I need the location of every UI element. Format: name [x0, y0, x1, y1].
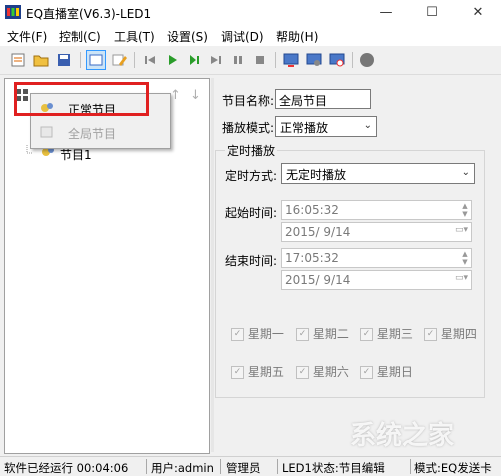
- toolbar-divider: [275, 52, 276, 68]
- end-time-value: 17:05:32: [285, 251, 339, 265]
- status-role: 管理员: [226, 461, 261, 475]
- status-divider: [146, 459, 147, 474]
- checkbox-icon: ✓: [296, 366, 309, 379]
- weekday-checkbox-tue[interactable]: ✓ 星期二: [296, 325, 349, 342]
- skip-previous-icon[interactable]: [140, 50, 160, 70]
- play-mode-value: 正常播放: [280, 121, 329, 135]
- status-runtime: 软件已经运行 00:04:06: [4, 461, 129, 475]
- send-to-screen-icon[interactable]: [281, 50, 301, 70]
- end-time-label: 结束时间:: [225, 254, 278, 268]
- screen-settings-icon[interactable]: [304, 50, 324, 70]
- checkbox-icon: ✓: [231, 366, 244, 379]
- status-mode: 模式:EQ发送卡: [414, 461, 492, 475]
- save-icon[interactable]: [54, 50, 74, 70]
- toolbar-divider: [80, 52, 81, 68]
- weekday-checkbox-sun[interactable]: ✓ 星期日: [360, 363, 413, 380]
- weekday-checkbox-sat[interactable]: ✓ 星期六: [296, 363, 349, 380]
- status-divider: [277, 459, 278, 474]
- menu-tools[interactable]: 工具(T): [114, 28, 155, 45]
- status-bar: 软件已经运行 00:04:06 用户:admin 管理员 LED1状态:节目编辑…: [0, 456, 501, 476]
- time-spinner-icon[interactable]: ▲ ▼: [460, 202, 470, 218]
- start-time-label: 起始时间:: [225, 206, 278, 220]
- stop-icon[interactable]: [250, 50, 270, 70]
- edit-pencil-icon[interactable]: [109, 50, 129, 70]
- menu-file[interactable]: 文件(F): [7, 28, 47, 45]
- checkbox-icon: ✓: [231, 328, 244, 341]
- calendar-dropdown-icon[interactable]: ▭▾: [455, 273, 468, 283]
- program-name-label: 节目名称:: [222, 94, 275, 108]
- menu-debug[interactable]: 调试(D): [221, 28, 264, 45]
- calendar-dropdown-icon[interactable]: ▭▾: [455, 225, 468, 235]
- chevron-down-icon: ⌄: [363, 120, 372, 131]
- menu-item-global-program[interactable]: 全局节目: [33, 121, 168, 143]
- window-view-icon[interactable]: [86, 50, 106, 70]
- panel-splitter[interactable]: [211, 78, 214, 452]
- timing-method-select[interactable]: 无定时播放 ⌄: [281, 163, 475, 184]
- toolbar-divider: [134, 52, 135, 68]
- minimize-button[interactable]: —: [363, 0, 409, 26]
- menu-control[interactable]: 控制(C): [59, 28, 101, 45]
- global-program-icon: [39, 124, 55, 143]
- play-icon[interactable]: [162, 50, 182, 70]
- chevron-down-icon: ⌄: [461, 167, 470, 178]
- status-user: 用户:admin: [151, 461, 214, 475]
- weekday-checkbox-thu[interactable]: ✓ 星期四: [424, 325, 477, 342]
- time-spinner-icon[interactable]: ▲ ▼: [460, 250, 470, 266]
- timing-method-label: 定时方式:: [225, 169, 278, 183]
- checkbox-icon: ✓: [360, 328, 373, 341]
- move-down-icon[interactable]: ↓: [190, 88, 201, 103]
- end-date-value: 2015/ 9/14: [285, 273, 351, 287]
- menu-help[interactable]: 帮助(H): [276, 28, 318, 45]
- record-circle-icon[interactable]: [357, 50, 377, 70]
- start-date-field[interactable]: 2015/ 9/14 ▭▾: [281, 222, 472, 242]
- checkbox-icon: ✓: [296, 328, 309, 341]
- play-mode-select[interactable]: 正常播放 ⌄: [275, 116, 377, 137]
- toolbar: [0, 46, 501, 75]
- timing-method-value: 无定时播放: [286, 168, 347, 182]
- move-up-icon[interactable]: ↑: [170, 88, 181, 103]
- app-logo-icon: [5, 5, 21, 19]
- start-time-field[interactable]: 16:05:32 ▲ ▼: [281, 200, 472, 220]
- end-date-field[interactable]: 2015/ 9/14 ▭▾: [281, 270, 472, 290]
- maximize-button[interactable]: ☐: [409, 0, 455, 26]
- program-name-field[interactable]: 全局节目: [275, 89, 371, 109]
- end-time-field[interactable]: 17:05:32 ▲ ▼: [281, 248, 472, 268]
- toolbar-divider: [352, 52, 353, 68]
- status-divider: [220, 459, 221, 474]
- weekday-checkbox-mon[interactable]: ✓ 星期一: [231, 325, 284, 342]
- timed-play-group-title: 定时播放: [225, 142, 278, 159]
- menu-bar: 文件(F) 控制(C) 工具(T) 设置(S) 调试(D) 帮助(H): [0, 26, 501, 46]
- play-step-icon[interactable]: [184, 50, 204, 70]
- new-icon[interactable]: [8, 50, 28, 70]
- open-folder-icon[interactable]: [31, 50, 51, 70]
- start-time-value: 16:05:32: [285, 203, 339, 217]
- annotation-highlight-box: [14, 82, 149, 116]
- play-mode-label: 播放模式:: [222, 121, 275, 135]
- start-date-value: 2015/ 9/14: [285, 225, 351, 239]
- close-button[interactable]: ✕: [455, 0, 501, 26]
- screen-disconnect-icon[interactable]: [327, 50, 347, 70]
- checkbox-icon: ✓: [424, 328, 437, 341]
- weekday-checkbox-fri[interactable]: ✓ 星期五: [231, 363, 284, 380]
- skip-next-icon[interactable]: [206, 50, 226, 70]
- menu-settings[interactable]: 设置(S): [167, 28, 208, 45]
- checkbox-icon: ✓: [360, 366, 373, 379]
- title-bar: EQ直播室(V6.3)-LED1 — ☐ ✕: [0, 0, 501, 26]
- window-title: EQ直播室(V6.3)-LED1: [26, 7, 152, 21]
- pause-icon[interactable]: [228, 50, 248, 70]
- weekday-checkbox-wed[interactable]: ✓ 星期三: [360, 325, 413, 342]
- watermark-text: 系统之家: [350, 421, 455, 451]
- status-divider: [410, 459, 411, 474]
- status-led-state: LED1状态:节目编辑: [282, 461, 385, 475]
